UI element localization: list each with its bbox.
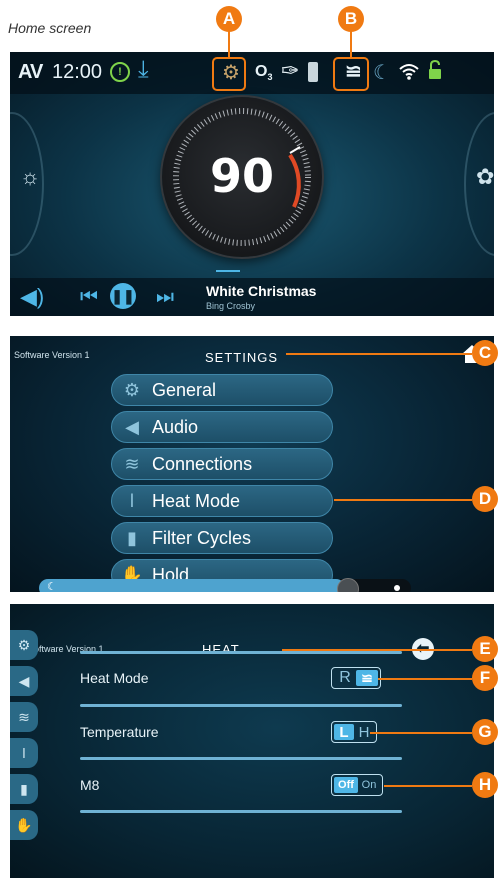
wifi-icon[interactable]	[398, 62, 420, 80]
software-version: Software Version 1	[14, 350, 90, 360]
temperature-value: 90	[209, 149, 274, 203]
caption: Home screen	[8, 20, 92, 36]
song-artist: Bing Crosby	[206, 301, 256, 311]
slider-thumb[interactable]	[337, 578, 359, 592]
filter-icon: ▮	[20, 780, 28, 797]
clock: 12:00	[52, 61, 103, 83]
sun-icon: ☼	[20, 164, 41, 189]
marker-b-line	[350, 31, 352, 57]
marker-c-line	[286, 353, 472, 355]
marker-c: C	[472, 340, 498, 366]
marker-a-line	[228, 31, 230, 57]
page-title: HEAT	[202, 642, 240, 657]
page-indicator	[216, 270, 240, 272]
wifi-icon: ≋	[18, 708, 30, 725]
divider	[80, 810, 402, 813]
marker-e: E	[472, 636, 498, 662]
menu-item-general[interactable]: ⚙ General	[111, 374, 333, 406]
marker-f-line	[378, 678, 472, 680]
toggle-option[interactable]: On	[358, 777, 380, 793]
sidebar-tab-connections[interactable]: ≋	[10, 702, 38, 732]
divider	[80, 704, 402, 707]
menu-item-heat-mode[interactable]: ǀ Heat Mode	[111, 485, 333, 517]
toggle-option[interactable]: R	[334, 669, 356, 686]
sidebar-tab-hold[interactable]: ✋	[10, 810, 38, 840]
marker-h: H	[472, 772, 498, 798]
marker-b: B	[338, 6, 364, 32]
row-label: Heat Mode	[80, 670, 149, 686]
temperature-gauge[interactable]: 90	[162, 97, 322, 257]
previous-icon[interactable]: ⏮	[80, 286, 98, 309]
page-title: SETTINGS	[205, 350, 279, 365]
marker-d: D	[472, 486, 498, 512]
text-size-icon[interactable]: AV	[18, 61, 43, 84]
divider	[80, 651, 402, 654]
marker-g: G	[472, 719, 498, 745]
filter-icon[interactable]	[308, 62, 318, 82]
marker-d-line	[334, 499, 472, 501]
brightness-slider[interactable]: ☾	[39, 578, 411, 592]
heat-mode-highlight	[333, 57, 369, 91]
ozone-icon[interactable]: O3	[255, 63, 272, 82]
filter-icon: ▮	[127, 527, 137, 548]
marker-a: A	[216, 6, 242, 32]
status-bar: AV 12:00 ! ⤓ ⚙ O3 ✑ ≌ ☾	[10, 52, 494, 94]
wifi-icon: ≋	[124, 453, 140, 474]
menu-item-filter-cycles[interactable]: ▮ Filter Cycles	[111, 522, 333, 554]
sidebar-tab-filter[interactable]: ▮	[10, 774, 38, 804]
gear-icon: ⚙	[123, 379, 141, 400]
marker-h-line	[384, 785, 472, 787]
settings-screen: Software Version 1 SETTINGS ⚙ General ◀ …	[10, 336, 494, 592]
home-screen: AV 12:00 ! ⤓ ⚙ O3 ✑ ≌ ☾ ☼ ✿ 90 ◀) ⏮ ❚❚ ⏭…	[10, 52, 494, 316]
toggle-option-active[interactable]: Off	[334, 777, 358, 793]
song-title: White Christmas	[206, 283, 317, 299]
pause-button[interactable]: ❚❚	[110, 283, 136, 309]
gear-highlight	[212, 57, 246, 91]
row-label: Temperature	[80, 724, 159, 740]
speaker-icon: ◀	[18, 672, 30, 689]
sidebar-tab-audio[interactable]: ◀	[10, 666, 38, 696]
menu-item-audio[interactable]: ◀ Audio	[111, 411, 333, 443]
menu-item-connections[interactable]: ≋ Connections	[111, 448, 333, 480]
marker-g-line	[370, 732, 472, 734]
slider-end-dot	[394, 585, 400, 591]
moon-icon[interactable]: ☾	[373, 60, 391, 85]
divider	[80, 757, 402, 760]
heat-screen: Software Version 1 HEAT ⬅ ⚙ ◀ ≋ ǀ ▮ ✋ He…	[10, 604, 494, 878]
broom-icon[interactable]: ✑	[281, 58, 299, 84]
thermometer-icon: ǀ	[129, 490, 135, 511]
sidebar-tab-general[interactable]: ⚙	[10, 630, 38, 660]
toggle-option-active[interactable]: ≌	[356, 670, 378, 686]
download-icon[interactable]: ⤓	[138, 56, 149, 84]
m8-toggle[interactable]: Off On	[331, 774, 383, 796]
jets-icon: ✿	[476, 164, 494, 189]
thermometer-icon: ǀ	[22, 745, 26, 761]
gear-icon: ⚙	[17, 636, 31, 653]
next-icon[interactable]: ⏭	[156, 286, 174, 309]
unlock-icon[interactable]	[428, 60, 442, 80]
volume-icon[interactable]: ◀)	[20, 284, 44, 310]
slider-fill	[39, 579, 345, 592]
moon-icon: ☾	[47, 581, 57, 592]
row-label: M8	[80, 777, 100, 793]
media-player: ◀) ⏮ ❚❚ ⏭ White Christmas Bing Crosby	[10, 278, 494, 316]
hand-icon: ✋	[15, 816, 33, 833]
speaker-icon: ◀	[125, 416, 139, 437]
toggle-option-active[interactable]: L	[334, 724, 354, 741]
marker-e-line	[282, 649, 472, 651]
marker-f: F	[472, 665, 498, 691]
power-icon[interactable]: !	[110, 62, 130, 82]
heat-mode-toggle[interactable]: R ≌	[331, 667, 381, 689]
sidebar-tab-heat[interactable]: ǀ	[10, 738, 38, 768]
